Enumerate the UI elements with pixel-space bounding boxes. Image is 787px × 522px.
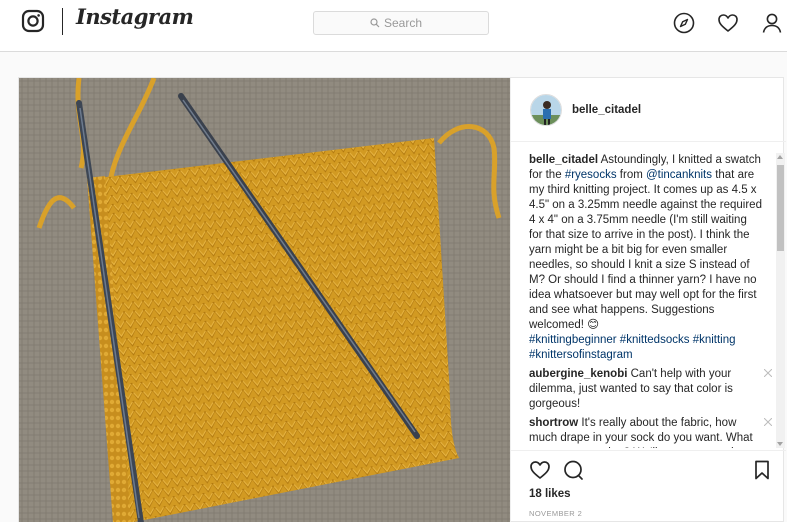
profile-icon[interactable] [761,12,783,34]
hashtag-link[interactable]: #ryesocks [565,169,617,181]
caption-text: from [616,169,646,181]
comment-item: aubergine_kenobi Can't help with your di… [529,367,774,412]
search-icon [370,18,380,28]
post-date: NOVEMBER 2 [529,509,583,518]
comments-scrollbar[interactable] [776,153,785,448]
likes-count[interactable]: 18 likes [529,488,571,500]
close-icon[interactable] [764,369,772,377]
comment-username[interactable]: shortrow [529,417,578,429]
bookmark-icon[interactable] [751,459,773,481]
compass-icon[interactable] [673,12,695,34]
comment-bubble-icon[interactable] [562,459,584,481]
smile-emoji-icon: 😊 [587,319,600,331]
caption-text: that are my third knitting project. It c… [529,169,762,331]
hashtag-link[interactable]: #knittersofinstagram [529,349,633,361]
scrollbar-thumb[interactable] [777,165,784,251]
post-header: belle_citadel [511,78,786,142]
post-sidebar: belle_citadel belle_citadel Astoundingly… [510,78,786,522]
comments-list: belle_citadel Astoundingly, I knitted a … [529,153,774,448]
search-input[interactable] [384,16,432,30]
heart-icon[interactable] [717,12,739,34]
knitted-swatch-photo [19,78,510,522]
instagram-wordmark[interactable]: Instagram [76,4,194,29]
like-heart-icon[interactable] [529,459,551,481]
post-author-username[interactable]: belle_citadel [572,104,641,116]
avatar[interactable] [530,94,562,126]
hashtag-link[interactable]: #knitting [693,334,736,346]
post-card: belle_citadel belle_citadel Astoundingly… [18,77,786,522]
scroll-down-arrow-icon[interactable] [777,442,783,446]
comment-username[interactable]: aubergine_kenobi [529,368,627,380]
post-photo[interactable] [19,78,510,522]
close-icon[interactable] [764,418,772,426]
top-nav: Instagram [0,0,787,52]
post-actions: 18 likes NOVEMBER 2 [511,450,786,522]
avatar-image [531,95,561,125]
search-bar[interactable] [313,11,489,35]
comment-item: shortrow It's really about the fabric, h… [529,416,774,448]
instagram-glyph-icon[interactable] [21,9,45,33]
logo-divider [62,8,63,35]
hashtag-link[interactable]: #knittingbeginner [529,334,617,346]
mention-link[interactable]: @tincanknits [646,169,712,181]
caption-username[interactable]: belle_citadel [529,154,598,166]
hashtag-link[interactable]: #knittedsocks [620,334,690,346]
scroll-up-arrow-icon[interactable] [777,155,783,159]
caption: belle_citadel Astoundingly, I knitted a … [529,153,774,363]
